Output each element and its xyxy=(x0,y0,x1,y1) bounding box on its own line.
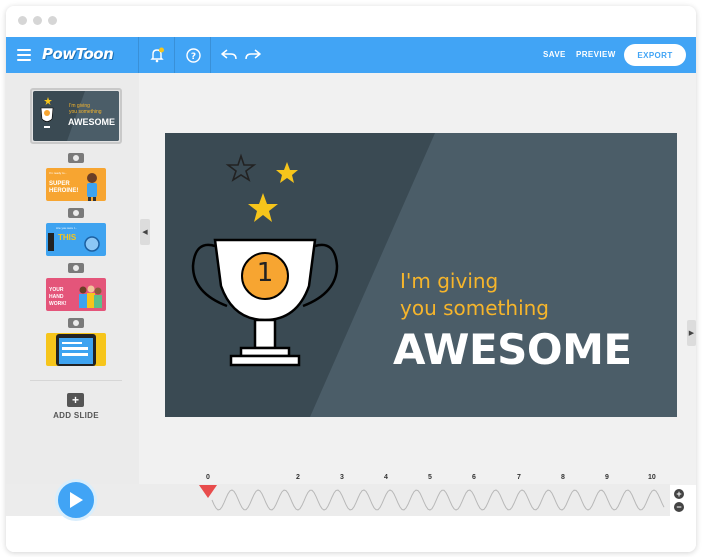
slide-thumbnail-4[interactable]: YOUR HAND WORK! xyxy=(46,278,106,311)
zoom-out-button[interactable]: − xyxy=(674,502,684,512)
undo-button[interactable] xyxy=(218,37,240,73)
camera-transition-icon[interactable] xyxy=(68,208,84,218)
menu-icon xyxy=(17,49,31,61)
timeline-tick: 9 xyxy=(605,474,609,481)
magnifier-icon xyxy=(48,233,100,252)
export-button[interactable]: EXPORT xyxy=(624,44,686,66)
app-window: PowToon ? SAVE PREVIEW EXPORT I'm giving… xyxy=(6,6,696,552)
play-icon xyxy=(70,492,83,508)
slide-line1[interactable]: I'm giving xyxy=(400,269,498,293)
help-icon: ? xyxy=(185,47,201,63)
camera-transition-icon[interactable] xyxy=(68,263,84,273)
slide-line2[interactable]: you something xyxy=(400,296,549,320)
top-toolbar: PowToon ? SAVE PREVIEW EXPORT xyxy=(6,37,696,73)
add-slide-label[interactable]: ADD SLIDE xyxy=(46,411,106,420)
toolbar-divider xyxy=(138,37,139,73)
timeline-tick: 6 xyxy=(472,474,476,481)
timeline-track[interactable] xyxy=(142,484,670,516)
thumb-4-title: YOUR HAND WORK! xyxy=(49,287,67,307)
collapse-sidebar-handle[interactable]: ◀ xyxy=(140,219,150,245)
hero-character-icon xyxy=(87,173,97,201)
thumb-1-line2: you something xyxy=(69,109,102,115)
toolbar-divider xyxy=(210,37,211,73)
timeline-tick: 10 xyxy=(648,474,656,481)
camera-transition-icon[interactable] xyxy=(68,318,84,328)
preview-button[interactable]: PREVIEW xyxy=(576,50,616,59)
sidebar-divider xyxy=(30,380,122,381)
slide-thumbnail-5[interactable] xyxy=(46,333,106,366)
svg-text:?: ? xyxy=(190,52,195,62)
playhead-marker-icon[interactable] xyxy=(199,485,217,499)
timeline-tick: 7 xyxy=(517,474,521,481)
trophy-thumbnail-icon xyxy=(40,91,119,141)
timeline-tick: 5 xyxy=(428,474,432,481)
audio-waveform xyxy=(211,489,665,511)
toolbar-divider xyxy=(174,37,175,73)
slide-thumbnail-3[interactable]: Are you sure I... THIS xyxy=(46,223,106,256)
expand-panel-handle[interactable]: ▶ xyxy=(687,320,696,346)
app-logo[interactable]: PowToon xyxy=(42,45,114,63)
timeline-tick: 8 xyxy=(561,474,565,481)
zoom-in-button[interactable]: + xyxy=(674,489,684,499)
redo-icon xyxy=(245,49,261,60)
window-maximize-dot[interactable] xyxy=(48,16,57,25)
bell-icon xyxy=(150,47,164,63)
phone-mockup-icon xyxy=(56,334,96,366)
menu-button[interactable] xyxy=(13,37,35,73)
notifications-button[interactable] xyxy=(144,37,170,73)
save-button[interactable]: SAVE xyxy=(543,50,566,59)
team-characters-icon xyxy=(79,285,102,308)
thumb-1-title: AWESOME xyxy=(68,117,116,127)
timeline-tick: 2 xyxy=(296,474,300,481)
help-button[interactable]: ? xyxy=(180,37,206,73)
timeline-tick: 3 xyxy=(340,474,344,481)
window-minimize-dot[interactable] xyxy=(33,16,42,25)
slide-thumbnail-2[interactable]: I'm ready to... SUPER HEROINE! xyxy=(46,168,106,201)
window-close-dot[interactable] xyxy=(18,16,27,25)
slides-sidebar: I'm giving you something AWESOME I'm rea… xyxy=(6,73,139,485)
timeline-tick: 0 xyxy=(206,474,210,481)
add-slide-button[interactable]: + xyxy=(67,393,84,407)
thumb-2-line1: I'm ready to... xyxy=(49,171,68,175)
timeline-tick: 4 xyxy=(384,474,388,481)
window-titlebar xyxy=(6,6,696,37)
undo-icon xyxy=(221,49,237,60)
trophy-number: 1 xyxy=(256,258,274,288)
thumb-2-title: SUPER HEROINE! xyxy=(49,181,79,194)
play-button[interactable] xyxy=(55,479,97,521)
redo-button[interactable] xyxy=(242,37,264,73)
slide-canvas[interactable]: 1 I'm giving you something AWESOME xyxy=(165,133,677,417)
slide-title[interactable]: AWESOME xyxy=(393,325,632,374)
camera-transition-icon[interactable] xyxy=(68,153,84,163)
slide-thumbnail-1[interactable]: I'm giving you something AWESOME xyxy=(33,91,119,141)
